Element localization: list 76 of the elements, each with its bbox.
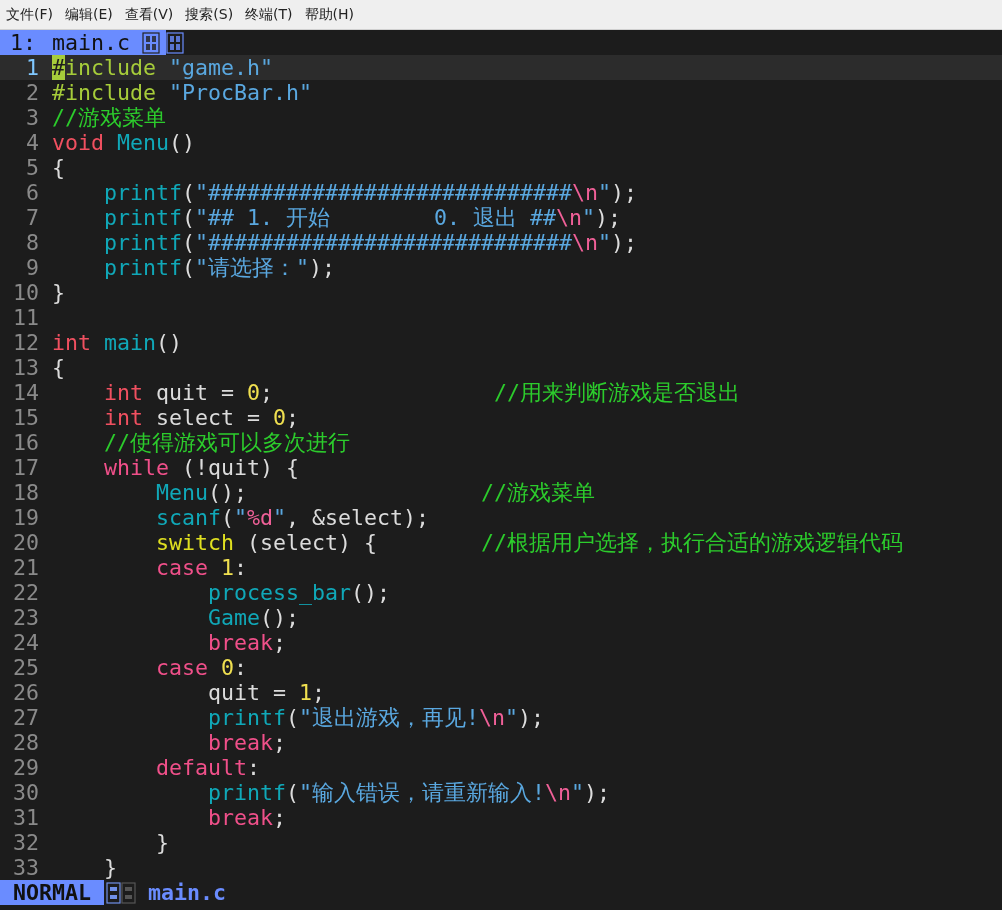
menu-item[interactable]: 文件(F) [6,5,53,24]
code-line: break; [207,730,287,755]
line-number: 14 [12,380,39,405]
code-line: #include "ProcBar.h" [52,80,313,105]
menu-item[interactable]: 编辑(E) [65,5,113,24]
mode-indicator: NORMAL [0,880,104,905]
line-number: 17 [12,455,39,480]
code-line: } [103,855,117,880]
code-line: switch (select) { //根据用户选择，执行合适的游戏逻辑代码 [155,530,904,555]
code-line: default: [155,755,261,780]
code-line: #include "game.h" [52,55,274,80]
code-line: printf("输入错误，请重新输入!\n"); [207,780,611,805]
line-number: 8 [25,230,39,255]
code-line: case 1: [155,555,248,580]
line-number: 10 [12,280,39,305]
code-line: int select = 0; [103,405,300,430]
line-number: 4 [25,130,39,155]
line-number: 25 [12,655,39,680]
code-line: printf("############################\n"); [103,180,638,205]
code-line: //使得游戏可以多次进行 [103,430,350,455]
line-number: 13 [12,355,39,380]
line-number: 24 [12,630,39,655]
line-number: 21 [12,555,39,580]
code-line: Menu(); //游戏菜单 [155,480,596,505]
code-line: //游戏菜单 [52,105,166,130]
line-number: 18 [12,480,39,505]
code-line: quit = 1; [207,680,326,705]
code-line: Game(); [207,605,300,630]
line-number: 28 [12,730,39,755]
code-line: void Menu() [52,130,196,155]
line-number: 32 [12,830,39,855]
line-number: 2 [25,80,39,105]
missing-glyph-icon [106,881,136,904]
line-number: 6 [25,180,39,205]
code-line: process_bar(); [207,580,391,605]
menu-item[interactable]: 搜索(S) [185,5,234,24]
code-line: printf("############################\n"); [103,230,638,255]
line-number: 9 [25,255,39,280]
code-line: break; [207,630,287,655]
missing-glyph-icon [166,31,184,54]
line-number: 27 [12,705,39,730]
line-number: 3 [25,105,39,130]
file-name: main.c [148,880,227,905]
code-line: printf("请选择："); [103,255,336,280]
code-line: printf("## 1. 开始 0. 退出 ##\n"); [103,205,622,230]
tab[interactable]: 1: main.c [0,30,166,55]
code-line: case 0: [155,655,248,680]
line-number: 23 [12,605,39,630]
line-number: 1 [25,55,39,80]
code-line: { [52,355,65,380]
line-number: 15 [12,405,39,430]
line-number: 29 [12,755,39,780]
code-line: int main() [52,330,183,355]
line-number: 7 [25,205,39,230]
line-number: 16 [12,430,39,455]
code-line: while (!quit) { [103,455,300,480]
line-number: 22 [12,580,39,605]
line-number: 20 [12,530,39,555]
code-line: int quit = 0; //用来判断游戏是否退出 [103,380,741,405]
code-line: } [52,280,65,305]
line-number: 33 [12,855,39,880]
menu-item[interactable]: 帮助(H) [304,5,355,24]
line-number: 26 [12,680,39,705]
code-line: scanf("%d", &select); [155,505,430,530]
code-line: printf("退出游戏，再见!\n"); [207,705,545,730]
line-number: 30 [12,780,39,805]
line-number: 11 [12,305,39,330]
line-number: 5 [25,155,39,180]
code-line: break; [207,805,287,830]
code-line: { [52,155,65,180]
line-number: 12 [12,330,39,355]
line-number: 31 [12,805,39,830]
menu-item[interactable]: 终端(T) [245,5,293,24]
menu-item[interactable]: 查看(V) [124,5,174,24]
code-line: } [155,830,169,855]
line-number: 19 [12,505,39,530]
